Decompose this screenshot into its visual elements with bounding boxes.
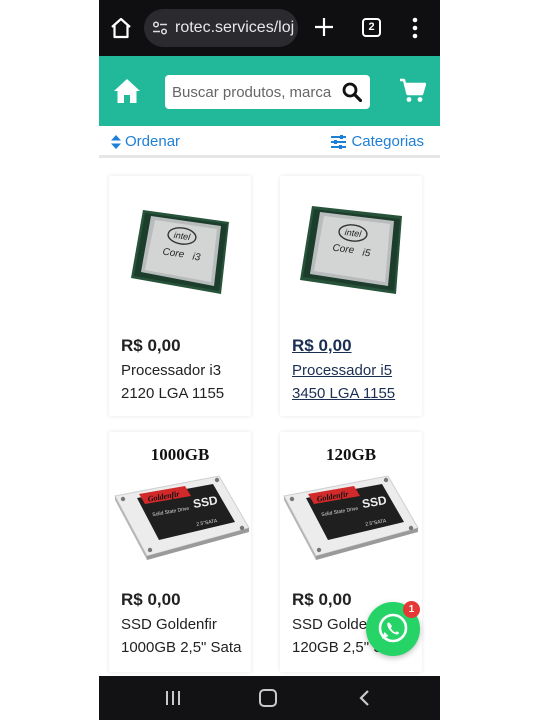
recent-apps-icon[interactable] — [165, 689, 181, 707]
product-image[interactable]: 120GB Goldenfir Solid State Drive SSD 2.… — [280, 432, 422, 582]
product-card[interactable]: 1000GB Goldenfir Solid State Drive SSD 2… — [109, 432, 251, 672]
categories-label: Categorias — [351, 133, 424, 150]
sort-button[interactable]: Ordenar — [111, 133, 180, 150]
new-tab-icon[interactable] — [313, 16, 335, 38]
address-bar[interactable]: rotec.services/loj — [144, 9, 298, 47]
url-text: rotec.services/loj — [175, 19, 295, 36]
site-header — [99, 56, 440, 126]
system-nav-bar — [99, 676, 440, 720]
sort-label: Ordenar — [125, 133, 181, 150]
product-card[interactable]: intel Core i3 R$ 0,00 Processador i3 212… — [109, 176, 251, 416]
notification-badge: 1 — [403, 601, 420, 618]
cpu-image: intel Core i3 — [131, 210, 229, 294]
ssd-image: Goldenfir Solid State Drive SSD 2.5"SATA — [283, 475, 419, 560]
browser-home-icon[interactable] — [109, 16, 133, 40]
product-price: R$ 0,00 — [292, 590, 352, 609]
product-name[interactable]: Processador i5 3450 LGA 1155 — [292, 359, 416, 405]
product-price: R$ 0,00 — [121, 336, 181, 355]
phone-screen: rotec.services/loj 2 Buscar produtos, ma… — [99, 0, 440, 720]
site-settings-icon[interactable] — [152, 20, 168, 36]
browser-toolbar: rotec.services/loj 2 — [99, 0, 440, 56]
product-image[interactable]: intel Core i3 — [109, 176, 251, 326]
ssd-image: Goldenfir Solid State Drive SSD 2.5"SATA — [114, 475, 250, 560]
product-price[interactable]: R$ 0,00 — [292, 336, 352, 356]
svg-text:intel: intel — [344, 227, 363, 239]
sort-filter-bar: Ordenar Categorias — [99, 126, 440, 158]
product-image[interactable]: 1000GB Goldenfir Solid State Drive SSD 2… — [109, 432, 251, 582]
product-name[interactable]: SSD Goldenfir 1000GB 2,5" Sata — [121, 613, 245, 659]
product-card[interactable]: intel Core i5 R$ 0,00 Processador i5 345… — [280, 176, 422, 416]
search-box — [165, 75, 370, 109]
tab-switcher-button[interactable]: 2 — [362, 18, 381, 37]
back-icon[interactable] — [358, 689, 370, 707]
product-name[interactable]: Processador i3 2120 LGA 1155 — [121, 359, 245, 405]
filter-sliders-icon — [331, 134, 347, 149]
search-input[interactable] — [172, 75, 332, 109]
sort-icon — [111, 134, 121, 149]
cpu-image: intel Core i5 — [300, 206, 402, 294]
system-home-icon[interactable] — [259, 689, 277, 707]
categories-button[interactable]: Categorias — [331, 133, 424, 150]
store-home-icon[interactable] — [113, 78, 141, 104]
more-menu-icon[interactable] — [412, 17, 418, 39]
search-icon[interactable] — [342, 82, 362, 102]
cart-icon[interactable] — [399, 78, 426, 103]
product-image[interactable]: intel Core i5 — [280, 176, 422, 326]
product-price: R$ 0,00 — [121, 590, 181, 609]
